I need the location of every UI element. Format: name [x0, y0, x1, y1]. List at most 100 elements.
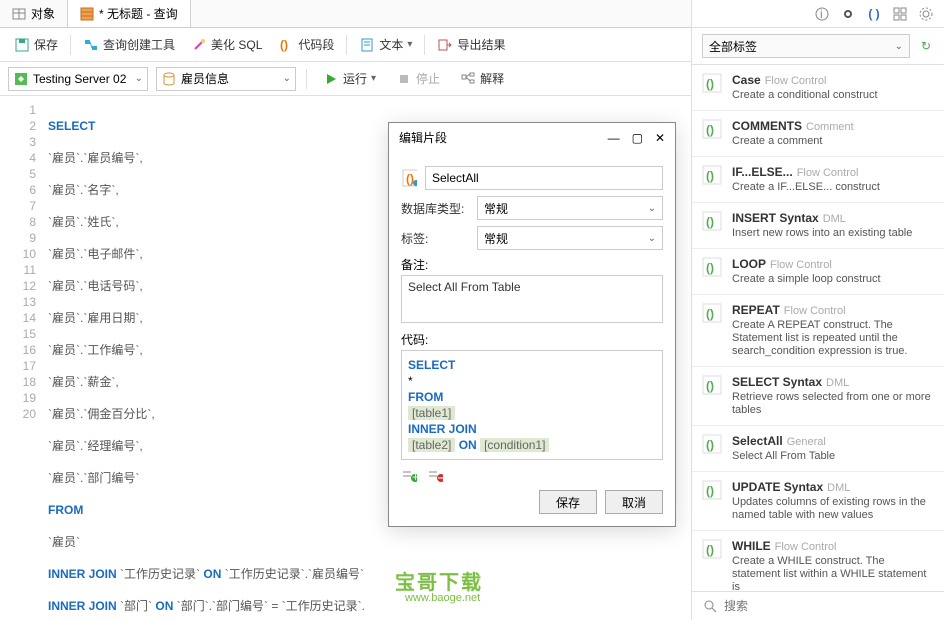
doc-icon: [359, 37, 375, 53]
wand-icon: [191, 37, 207, 53]
label: 查询创建工具: [103, 36, 175, 53]
snippet-item[interactable]: () IF...ELSE...Flow ControlCreate a IF..…: [692, 157, 944, 203]
label: 导出结果: [457, 36, 505, 53]
maximize-icon[interactable]: ▢: [632, 131, 643, 145]
code-line: ON: [203, 567, 221, 581]
run-button[interactable]: 运行▾: [317, 68, 382, 89]
snippet-desc: Insert new rows into an existing table: [732, 227, 934, 240]
table-icon: [12, 7, 26, 21]
tag-select[interactable]: 常规⌄: [477, 226, 663, 250]
grid-view-icon[interactable]: [892, 6, 908, 22]
tab-objects[interactable]: 对象: [0, 0, 68, 27]
label: 备注:: [401, 256, 663, 273]
dialog-title: 编辑片段: [399, 129, 447, 146]
snippet-category: Flow Control: [797, 167, 859, 179]
t: FROM: [408, 390, 443, 404]
separator: [70, 35, 71, 55]
builder-icon: [83, 37, 99, 53]
snippet-icon: (): [702, 539, 722, 559]
close-icon[interactable]: ✕: [655, 131, 665, 145]
snippet-button[interactable]: () 代码段: [272, 34, 340, 55]
svg-text:(): (): [706, 307, 714, 321]
memo-textarea[interactable]: Select All From Table: [401, 275, 663, 323]
svg-text:(): (): [280, 38, 288, 52]
code-line: `雇员`.`经理编号`,: [48, 439, 143, 453]
snippet-item[interactable]: () INSERT SyntaxDMLInsert new rows into …: [692, 203, 944, 249]
snippet-item[interactable]: () LOOPFlow ControlCreate a simple loop …: [692, 249, 944, 295]
snippet-title: LOOP: [732, 257, 766, 271]
search-input[interactable]: [724, 599, 934, 613]
chevron-down-icon: ▾: [407, 39, 412, 50]
snippet-desc: Create a WHILE construct. The statement …: [732, 555, 934, 591]
label: 解释: [480, 70, 504, 87]
value: 常规: [484, 230, 508, 247]
export-icon: [437, 37, 453, 53]
line-gutter: 1234567891011121314151617181920: [0, 96, 44, 620]
beautify-button[interactable]: 美化 SQL: [185, 34, 268, 55]
add-line-icon[interactable]: +: [401, 468, 417, 484]
search-icon: [702, 598, 718, 614]
database-icon: [161, 71, 177, 87]
minimize-icon[interactable]: —: [608, 131, 620, 145]
snippet-title: SelectAll: [732, 434, 783, 448]
snippet-item[interactable]: () REPEATFlow ControlCreate A REPEAT con…: [692, 295, 944, 367]
snippet-item[interactable]: () SELECT SyntaxDMLRetrieve rows selecte…: [692, 367, 944, 426]
dialog-save-button[interactable]: 保存: [539, 490, 597, 514]
save-button[interactable]: 保存: [8, 34, 64, 55]
snippet-title: SELECT Syntax: [732, 375, 822, 389]
code-line: `部门`: [117, 599, 156, 613]
server-dropdown[interactable]: Testing Server 02 ⌄: [8, 67, 148, 91]
chevron-down-icon: ⌄: [283, 73, 291, 84]
separator: [346, 35, 347, 55]
t: [condition1]: [480, 438, 549, 452]
code-line: INNER JOIN: [48, 599, 117, 613]
parens-icon[interactable]: ( ): [866, 6, 882, 22]
t: INNER JOIN: [408, 422, 477, 436]
snippet-item[interactable]: () COMMENTSCommentCreate a comment: [692, 111, 944, 157]
snippet-item[interactable]: () WHILEFlow ControlCreate a WHILE const…: [692, 531, 944, 591]
code-textarea[interactable]: SELECT * FROM [table1] INNER JOIN [table…: [401, 350, 663, 460]
label: 文本: [379, 36, 403, 53]
snippet-desc: Create a conditional construct: [732, 89, 934, 102]
code-line: `雇员`.`雇员编号`,: [48, 151, 143, 165]
tag-filter-dropdown[interactable]: 全部标签 ⌄: [702, 34, 910, 58]
gear-icon[interactable]: [918, 6, 934, 22]
snippet-item[interactable]: () UPDATE SyntaxDMLUpdates columns of ex…: [692, 472, 944, 531]
code-line: `雇员`.`名字`,: [48, 183, 119, 197]
svg-text:(): (): [706, 215, 714, 229]
eye-icon[interactable]: [840, 6, 856, 22]
tab-query[interactable]: * 无标题 - 查询: [68, 0, 191, 27]
svg-text:(): (): [706, 543, 714, 557]
snippet-category: DML: [826, 377, 849, 389]
snippet-title: INSERT Syntax: [732, 211, 819, 225]
dialog-cancel-button[interactable]: 取消: [605, 490, 663, 514]
db-dropdown[interactable]: 雇员信息 ⌄: [156, 67, 296, 91]
edit-snippet-dialog: 编辑片段 — ▢ ✕ () 数据库类型: 常规⌄ 标签: 常规⌄ 备注: Sel…: [388, 122, 676, 527]
chevron-down-icon: ▾: [371, 73, 376, 84]
snippet-item[interactable]: () SelectAllGeneralSelect All From Table: [692, 426, 944, 472]
t: *: [408, 374, 413, 388]
info-icon[interactable]: i: [814, 6, 830, 22]
explain-icon: [460, 71, 476, 87]
snippet-name-input[interactable]: [425, 166, 663, 190]
label: 代码段: [298, 36, 334, 53]
grid-icon: [80, 7, 94, 21]
snippet-category: Flow Control: [770, 259, 832, 271]
dbtype-select[interactable]: 常规⌄: [477, 196, 663, 220]
label: 保存: [34, 36, 58, 53]
explain-button[interactable]: 解释: [454, 68, 510, 89]
query-builder-button[interactable]: 查询创建工具: [77, 34, 181, 55]
snippet-desc: Create A REPEAT construct. The Statement…: [732, 319, 934, 358]
snippet-icon: (): [702, 434, 722, 454]
refresh-icon[interactable]: ↻: [918, 38, 934, 54]
separator: [306, 69, 307, 89]
remove-line-icon[interactable]: [427, 468, 443, 484]
t: ON: [459, 438, 477, 452]
code-line: `工作历史记录`: [117, 567, 204, 581]
snippet-icon: (): [702, 211, 722, 231]
stop-button[interactable]: 停止: [390, 68, 446, 89]
code-line: `雇员`.`姓氏`,: [48, 215, 119, 229]
export-button[interactable]: 导出结果: [431, 34, 511, 55]
snippet-item[interactable]: () CaseFlow ControlCreate a conditional …: [692, 65, 944, 111]
text-button[interactable]: 文本 ▾: [353, 34, 418, 55]
